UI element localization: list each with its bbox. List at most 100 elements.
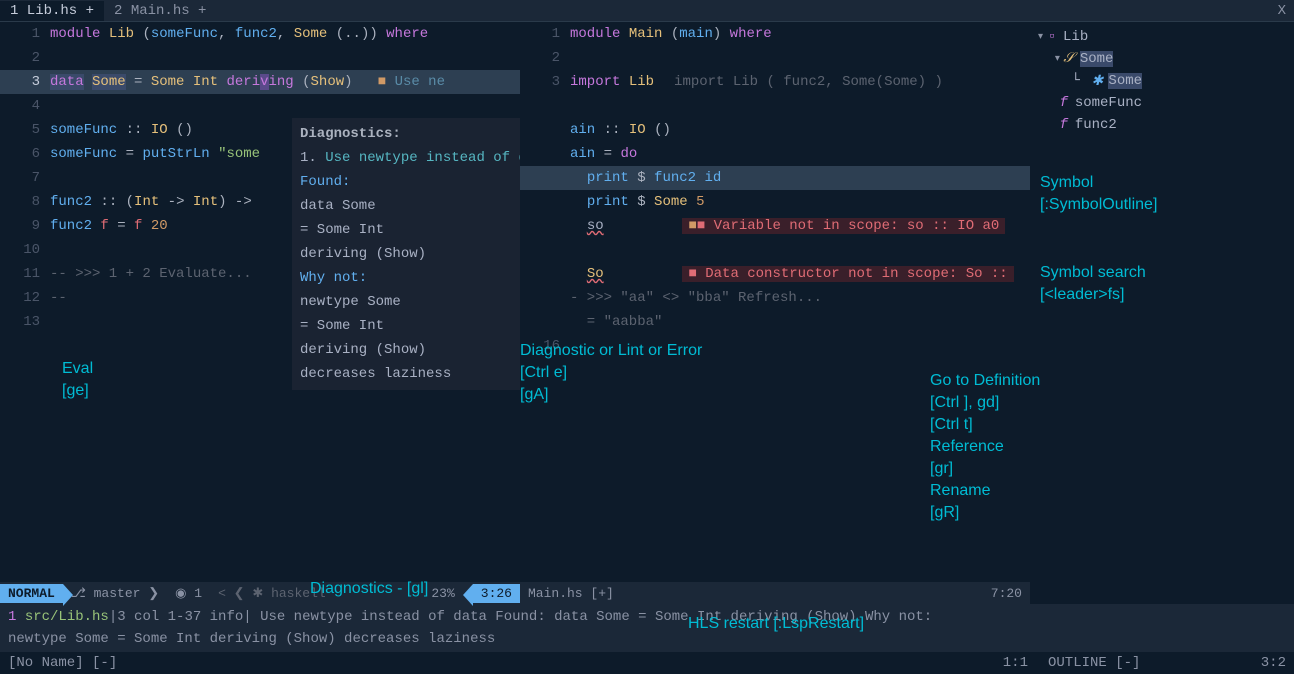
outline-label: someFunc xyxy=(1075,95,1142,111)
statusline-right: Main.hs [+] 7:20 xyxy=(520,582,1030,604)
statusline-row: NORMAL ⎇ master ❯ ◉ 1 < ❮ ✱ haskell 23% … xyxy=(0,582,1294,604)
filename-right: Main.hs [+] xyxy=(520,584,622,603)
outline-label: Lib xyxy=(1063,29,1088,45)
code-content[interactable]: print $ Some 5 xyxy=(570,194,1030,210)
code-line[interactable]: print $ Some 5 xyxy=(520,190,1030,214)
code-line[interactable]: 1module Lib (someFunc, func2, Some (..))… xyxy=(0,22,520,46)
loclist-row[interactable]: 1 src/Lib.hs|3 col 1-37 info| Use newtyp… xyxy=(8,606,1286,628)
code-content[interactable]: = "aabba" xyxy=(570,314,1030,330)
line-number: 6 xyxy=(0,146,50,162)
line-number: 10 xyxy=(0,242,50,258)
popup-line: 1. Use newtype instead of data xyxy=(300,146,520,170)
outline-label: func2 xyxy=(1075,117,1117,133)
lang-indicator: < ❮ ✱ haskell xyxy=(210,584,334,603)
symbol-icon: ✱ xyxy=(1090,73,1104,90)
tab-bar: 1 Lib.hs +2 Main.hs + X xyxy=(0,0,1294,22)
outline-label: Some xyxy=(1080,51,1114,67)
code-line[interactable]: 3import Libimport Lib ( func2, Some(Some… xyxy=(520,70,1030,94)
code-line[interactable]: - >>> "aa" <> "bba" Refresh... xyxy=(520,286,1030,310)
popup-line: deriving (Show) xyxy=(300,338,520,362)
popup-title: Diagnostics: xyxy=(300,122,520,146)
code-content[interactable]: module Main (main) where xyxy=(570,26,1030,42)
diag-count: ◉ 1 xyxy=(167,584,210,603)
code-line[interactable]: ain :: IO () xyxy=(520,118,1030,142)
outline-pane[interactable]: ▾▫Lib ▾𝒮Some └ ✱Some fsomeFunc ffunc2 xyxy=(1030,22,1294,582)
code-line[interactable]: = "aabba" xyxy=(520,310,1030,334)
code-content[interactable]: data Some = Some Int deriving (Show) ■ U… xyxy=(50,74,520,90)
code-content[interactable]: ain :: IO () xyxy=(570,122,1030,138)
chevron-icon: ▾ xyxy=(1055,53,1060,65)
line-number: 11 xyxy=(0,266,50,282)
cursor-pos-left: 3:26 xyxy=(473,584,520,603)
code-content[interactable]: so ■■ Variable not in scope: so :: IO a0 xyxy=(570,218,1030,234)
code-content[interactable]: ain = do xyxy=(570,146,1030,162)
code-line[interactable] xyxy=(520,238,1030,262)
line-number: 2 xyxy=(520,50,570,66)
line-number: 16 xyxy=(520,338,570,354)
popup-line: Found: xyxy=(300,170,520,194)
loclist-row-2[interactable]: newtype Some = Some Int deriving (Show) … xyxy=(8,628,1286,650)
code-content[interactable]: print $ func2 id xyxy=(570,170,1030,186)
bottom-status: [No Name] [-] 1:1 OUTLINE [-] 3:2 xyxy=(0,652,1294,674)
line-number: 1 xyxy=(520,26,570,42)
diagnostics-popup: Diagnostics: 1. Use newtype instead of d… xyxy=(292,118,520,390)
line-number: 3 xyxy=(0,74,50,90)
git-branch: ⎇ master ❯ xyxy=(63,584,167,603)
code-content[interactable]: So ■ Data constructor not in scope: So :… xyxy=(570,266,1030,282)
line-number: 4 xyxy=(0,98,50,114)
right-editor[interactable]: 1module Main (main) where23import Libimp… xyxy=(520,22,1030,582)
symbol-icon: f xyxy=(1057,117,1071,133)
outline-item[interactable]: ▾▫Lib xyxy=(1038,26,1286,48)
scroll-percent: 23% xyxy=(423,584,462,603)
symbol-icon: 𝒮 xyxy=(1062,51,1076,67)
code-line[interactable]: 3data Some = Some Int deriving (Show) ■ … xyxy=(0,70,520,94)
symbol-icon: f xyxy=(1057,95,1071,111)
outline-pos: 3:2 xyxy=(1261,655,1286,671)
vim-mode: NORMAL xyxy=(0,584,63,603)
popup-line: data Some xyxy=(300,194,520,218)
code-content[interactable]: - >>> "aa" <> "bba" Refresh... xyxy=(570,290,1030,306)
line-number: 13 xyxy=(0,314,50,330)
chevron-icon: ▾ xyxy=(1038,31,1043,43)
tab[interactable]: 1 Lib.hs + xyxy=(0,1,104,21)
code-line[interactable]: so ■■ Variable not in scope: so :: IO a0 xyxy=(520,214,1030,238)
line-number: 3 xyxy=(520,74,570,90)
line-number: 2 xyxy=(0,50,50,66)
code-line[interactable]: print $ func2 id xyxy=(520,166,1030,190)
outline-item[interactable]: fsomeFunc xyxy=(1038,92,1286,114)
popup-line: = Some Int xyxy=(300,314,520,338)
code-line[interactable]: 1module Main (main) where xyxy=(520,22,1030,46)
popup-line: deriving (Show) xyxy=(300,242,520,266)
left-editor[interactable]: 1module Lib (someFunc, func2, Some (..))… xyxy=(0,22,520,582)
location-list[interactable]: 1 src/Lib.hs|3 col 1-37 info| Use newtyp… xyxy=(0,604,1294,652)
code-line[interactable]: So ■ Data constructor not in scope: So :… xyxy=(520,262,1030,286)
line-number: 7 xyxy=(0,170,50,186)
code-line[interactable]: 2 xyxy=(520,46,1030,70)
line-number: 12 xyxy=(0,290,50,306)
code-line[interactable]: 4 xyxy=(0,94,520,118)
code-line[interactable] xyxy=(520,94,1030,118)
buffer-name-left: [No Name] [-] xyxy=(8,655,117,671)
code-content[interactable]: module Lib (someFunc, func2, Some (..)) … xyxy=(50,26,520,42)
close-button[interactable]: X xyxy=(1278,3,1286,19)
statusline-left: NORMAL ⎇ master ❯ ◉ 1 < ❮ ✱ haskell 23% … xyxy=(0,582,520,604)
code-line[interactable]: 16 xyxy=(520,334,1030,358)
editor-area: 1module Lib (someFunc, func2, Some (..))… xyxy=(0,22,1294,582)
outline-label: Some xyxy=(1108,73,1142,89)
popup-line: newtype Some xyxy=(300,290,520,314)
line-number: 8 xyxy=(0,194,50,210)
code-content[interactable]: import Libimport Lib ( func2, Some(Some)… xyxy=(570,74,1030,90)
line-number: 1 xyxy=(0,26,50,42)
popup-line: decreases laziness xyxy=(300,362,520,386)
outline-item[interactable]: ffunc2 xyxy=(1038,114,1286,136)
popup-line: = Some Int xyxy=(300,218,520,242)
line-number: 5 xyxy=(0,122,50,138)
outline-item[interactable]: └ ✱Some xyxy=(1038,70,1286,92)
code-line[interactable]: 2 xyxy=(0,46,520,70)
outline-item[interactable]: ▾𝒮Some xyxy=(1038,48,1286,70)
buffer-pos-left: 1:1 xyxy=(1003,655,1028,671)
line-number: 9 xyxy=(0,218,50,234)
code-line[interactable]: ain = do xyxy=(520,142,1030,166)
popup-line: Why not: xyxy=(300,266,520,290)
tab[interactable]: 2 Main.hs + xyxy=(104,1,216,21)
